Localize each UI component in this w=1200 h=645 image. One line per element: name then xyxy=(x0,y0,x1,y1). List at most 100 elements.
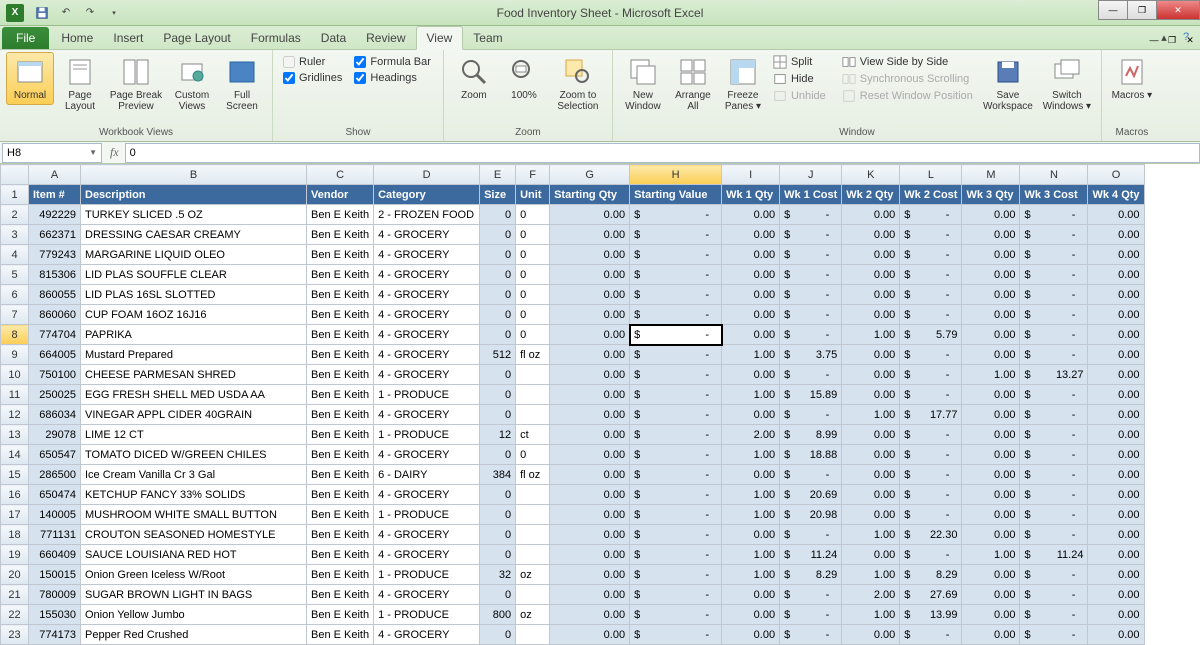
cell[interactable]: $- xyxy=(630,205,722,225)
cell[interactable]: Ben E Keith xyxy=(307,605,374,625)
cell[interactable]: 4 - GROCERY xyxy=(374,585,480,605)
cell[interactable]: $- xyxy=(630,385,722,405)
cell[interactable]: SAUCE LOUISIANA RED HOT xyxy=(81,545,307,565)
cell[interactable]: 512 xyxy=(480,345,516,365)
cell[interactable]: 0.00 xyxy=(550,385,630,405)
cell[interactable]: LID PLAS SOUFFLE CLEAR xyxy=(81,265,307,285)
cell[interactable]: 650474 xyxy=(29,485,81,505)
name-box[interactable]: H8▼ xyxy=(2,143,102,163)
cell[interactable]: Onion Green Iceless W/Root xyxy=(81,565,307,585)
cell[interactable]: 0 xyxy=(480,545,516,565)
table-header-cell[interactable]: Starting Value xyxy=(630,185,722,205)
cell[interactable]: 0.00 xyxy=(550,285,630,305)
cell[interactable]: $- xyxy=(630,525,722,545)
cell[interactable]: Ben E Keith xyxy=(307,525,374,545)
unhide-button[interactable]: Unhide xyxy=(769,88,830,104)
cell[interactable]: 0.00 xyxy=(722,225,780,245)
cell[interactable]: 0.00 xyxy=(842,485,900,505)
cell[interactable]: EGG FRESH SHELL MED USDA AA xyxy=(81,385,307,405)
row-header[interactable]: 13 xyxy=(1,425,29,445)
cell[interactable]: $20.69 xyxy=(780,485,842,505)
cell[interactable]: SUGAR BROWN LIGHT IN BAGS xyxy=(81,585,307,605)
row-header[interactable]: 20 xyxy=(1,565,29,585)
cell[interactable]: 140005 xyxy=(29,505,81,525)
cell[interactable]: $- xyxy=(630,625,722,645)
new-window-button[interactable]: New Window xyxy=(619,52,667,116)
cell[interactable]: $- xyxy=(1020,625,1088,645)
cell[interactable]: 250025 xyxy=(29,385,81,405)
row-header[interactable]: 22 xyxy=(1,605,29,625)
cell[interactable]: 0.00 xyxy=(1088,605,1144,625)
cell[interactable]: 0.00 xyxy=(550,445,630,465)
save-icon[interactable] xyxy=(32,3,52,23)
save-workspace-button[interactable]: Save Workspace xyxy=(979,52,1037,116)
cell[interactable]: $13.27 xyxy=(1020,365,1088,385)
cell[interactable]: $- xyxy=(900,225,962,245)
synchronous-scrolling-button[interactable]: Synchronous Scrolling xyxy=(838,71,977,87)
cell[interactable]: 0.00 xyxy=(1088,525,1144,545)
cell[interactable]: 0 xyxy=(516,205,550,225)
column-header[interactable]: G xyxy=(550,165,630,185)
cell[interactable]: $13.99 xyxy=(900,605,962,625)
cell[interactable]: 0.00 xyxy=(550,485,630,505)
page-break-preview-button[interactable]: Page Break Preview xyxy=(106,52,166,116)
table-header-cell[interactable]: Wk 3 Cost xyxy=(1020,185,1088,205)
row-header[interactable]: 5 xyxy=(1,265,29,285)
cell[interactable]: 4 - GROCERY xyxy=(374,485,480,505)
cell[interactable]: 4 - GROCERY xyxy=(374,545,480,565)
maximize-button[interactable]: ❐ xyxy=(1127,0,1157,20)
cell[interactable]: 0 xyxy=(516,225,550,245)
row-header[interactable]: 12 xyxy=(1,405,29,425)
cell[interactable]: $- xyxy=(780,465,842,485)
cell[interactable]: 0 xyxy=(480,365,516,385)
cell[interactable]: Ben E Keith xyxy=(307,245,374,265)
cell[interactable]: 1.00 xyxy=(722,545,780,565)
undo-icon[interactable]: ↶ xyxy=(56,3,76,23)
cell[interactable]: 0.00 xyxy=(842,205,900,225)
cell[interactable]: 0.00 xyxy=(550,265,630,285)
mdi-minimize-icon[interactable]: — xyxy=(1146,35,1162,49)
cell[interactable]: 0.00 xyxy=(1088,405,1144,425)
cell[interactable]: 0.00 xyxy=(722,305,780,325)
gridlines-checkbox[interactable]: Gridlines xyxy=(283,72,342,84)
cell[interactable]: MARGARINE LIQUID OLEO xyxy=(81,245,307,265)
redo-icon[interactable]: ↷ xyxy=(80,3,100,23)
cell[interactable]: 0.00 xyxy=(1088,485,1144,505)
row-header[interactable]: 21 xyxy=(1,585,29,605)
cell[interactable]: 0 xyxy=(480,325,516,345)
cell[interactable]: 0 xyxy=(480,285,516,305)
cell[interactable]: $- xyxy=(630,405,722,425)
cell[interactable]: $- xyxy=(630,605,722,625)
cell[interactable]: $- xyxy=(1020,265,1088,285)
cell[interactable]: 0.00 xyxy=(722,585,780,605)
minimize-button[interactable]: — xyxy=(1098,0,1128,20)
cell[interactable]: 286500 xyxy=(29,465,81,485)
zoom-button[interactable]: Zoom xyxy=(450,52,498,105)
cell[interactable]: $- xyxy=(1020,465,1088,485)
cell[interactable]: $- xyxy=(900,285,962,305)
macros-button[interactable]: Macros ▾ xyxy=(1108,52,1156,105)
cell[interactable]: 0.00 xyxy=(722,625,780,645)
cell[interactable]: $- xyxy=(900,505,962,525)
switch-windows-button[interactable]: Switch Windows ▾ xyxy=(1039,52,1095,116)
reset-window-position-button[interactable]: Reset Window Position xyxy=(838,88,977,104)
cell[interactable]: 0.00 xyxy=(962,305,1020,325)
cell[interactable]: ct xyxy=(516,425,550,445)
column-header[interactable]: J xyxy=(780,165,842,185)
cell[interactable]: 1 - PRODUCE xyxy=(374,605,480,625)
cell[interactable]: 664005 xyxy=(29,345,81,365)
spreadsheet[interactable]: ABCDEFGHIJKLMNO1Item #DescriptionVendorC… xyxy=(0,164,1200,645)
cell[interactable]: $- xyxy=(780,245,842,265)
row-header[interactable]: 7 xyxy=(1,305,29,325)
cell[interactable]: 0 xyxy=(480,205,516,225)
cell[interactable]: 492229 xyxy=(29,205,81,225)
row-header[interactable]: 16 xyxy=(1,485,29,505)
formula-bar-checkbox[interactable]: Formula Bar xyxy=(354,56,431,68)
cell[interactable]: $- xyxy=(900,485,962,505)
cell[interactable]: 0.00 xyxy=(1088,505,1144,525)
cell[interactable]: $- xyxy=(780,525,842,545)
cell[interactable]: 860055 xyxy=(29,285,81,305)
table-header-cell[interactable]: Wk 4 Qty xyxy=(1088,185,1144,205)
cell[interactable]: $- xyxy=(1020,605,1088,625)
mdi-restore-icon[interactable]: ❐ xyxy=(1164,35,1180,49)
